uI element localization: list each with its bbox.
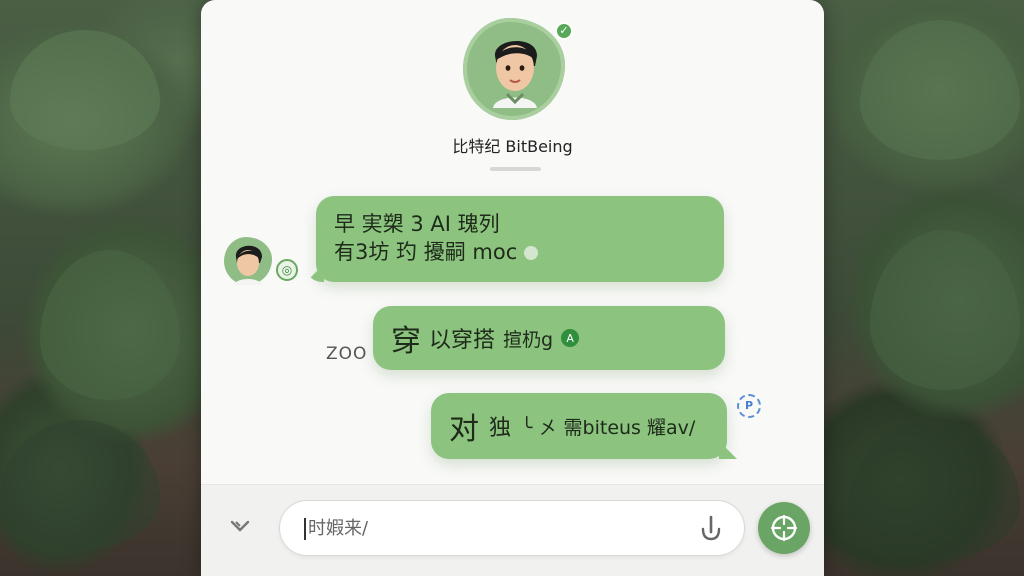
- message-line-2: 有3坊 玓 擾嗣 moc: [334, 240, 518, 264]
- microphone-icon[interactable]: [698, 514, 724, 544]
- avatar-face-icon: [493, 40, 537, 108]
- verified-check-icon: ✓: [555, 22, 573, 40]
- input-placeholder: 时婽来/: [308, 518, 369, 539]
- message-bubble-bot[interactable]: 早 実槊 3 AI 瑰列 有3坊 玓 擾嗣 moc: [306, 196, 724, 282]
- p-badge-icon[interactable]: P: [737, 394, 761, 418]
- status-a-icon: A: [561, 329, 580, 347]
- message-part-1: 对: [449, 412, 479, 447]
- drag-handle[interactable]: [490, 167, 541, 171]
- send-icon: [770, 514, 798, 542]
- message-avatar[interactable]: [224, 237, 272, 285]
- chevron-down-icon[interactable]: [227, 513, 253, 539]
- message-part-1: 穿: [391, 324, 421, 359]
- message-bubble-user[interactable]: 对 独 ╰ 㐅 需biteus 耀av/: [431, 393, 737, 459]
- send-button[interactable]: [758, 502, 810, 554]
- bot-avatar[interactable]: [463, 18, 565, 120]
- bot-name: 比特纪 BitBeing: [452, 137, 573, 156]
- message-part-3: ╰ 㐅 需biteus 耀av/: [521, 416, 696, 439]
- message-part-3: 揎㭁g: [503, 328, 554, 351]
- message-line-1: 早 実槊 3 AI 瑰列: [334, 212, 500, 236]
- reaction-icon[interactable]: [523, 246, 538, 260]
- message-bubble-user[interactable]: 穿 以穿搭 揎㭁g A: [373, 306, 725, 370]
- message-part-2: 独: [489, 416, 512, 441]
- bot-status-icon: ◎: [276, 259, 298, 281]
- mini-avatar-face-icon: [234, 245, 262, 285]
- message-side-label: ZOO: [326, 344, 368, 364]
- message-part-2: 以穿搭: [429, 328, 496, 353]
- chat-panel: ✓ 比特纪 BitBeing ◎ 早 実槊 3 AI 瑰列 有3坊 玓 擾嗣 m…: [201, 0, 824, 576]
- text-caret: [304, 518, 306, 540]
- message-input[interactable]: 时婽来/: [279, 500, 745, 556]
